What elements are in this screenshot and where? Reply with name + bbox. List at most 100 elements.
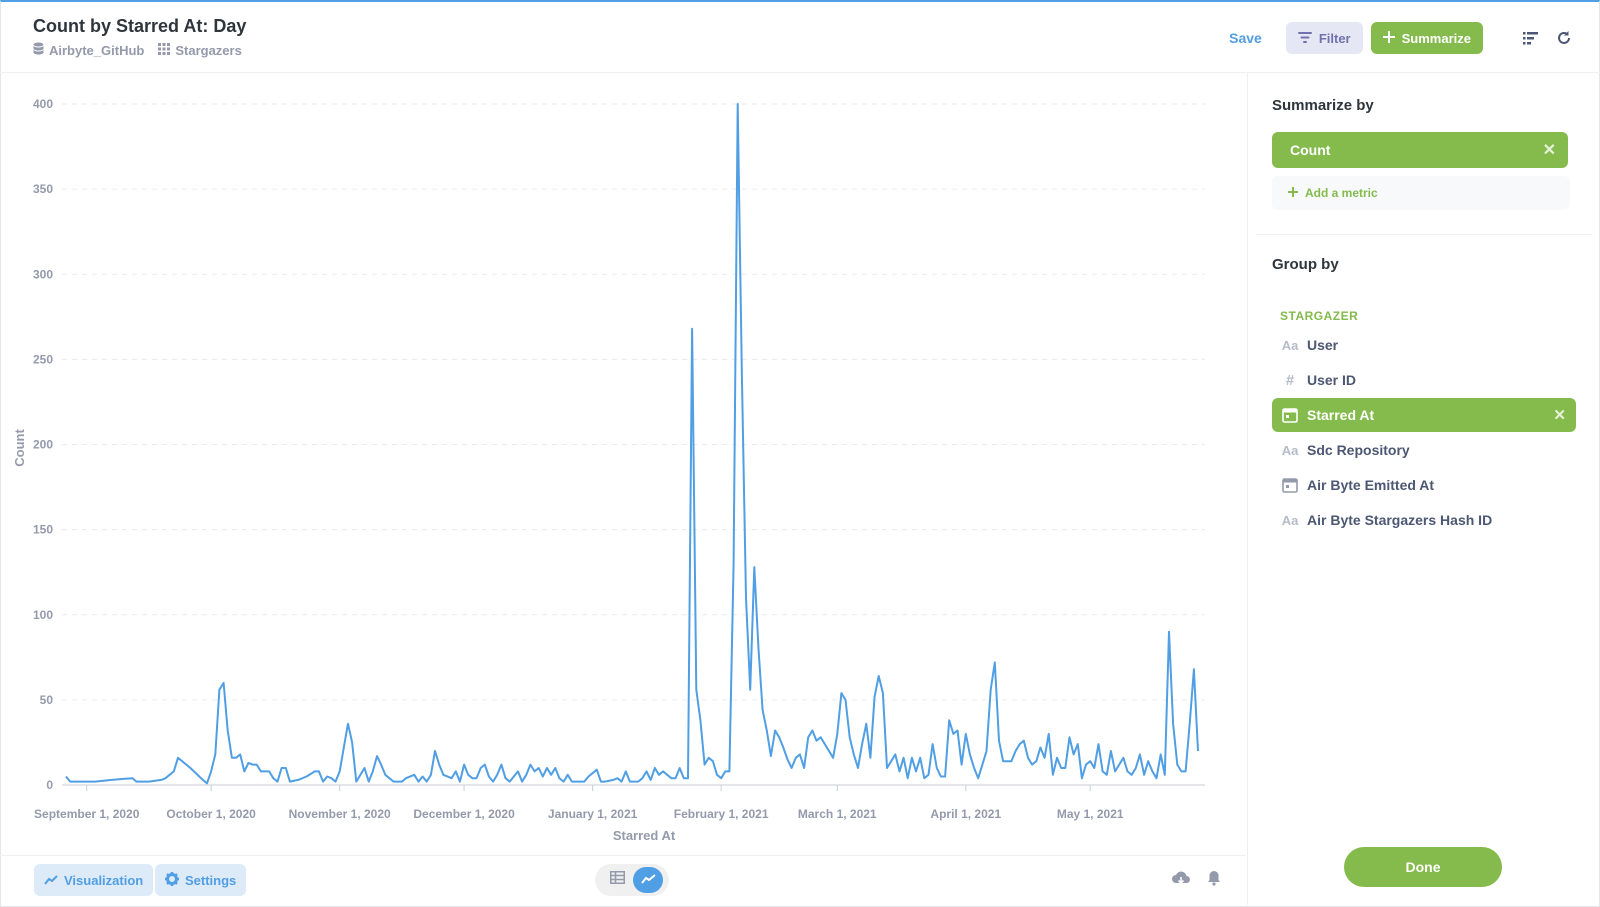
data-point[interactable]: [864, 722, 868, 726]
visualization-button[interactable]: Visualization: [34, 864, 154, 896]
data-point[interactable]: [873, 694, 877, 698]
data-point[interactable]: [454, 769, 458, 773]
data-point[interactable]: [802, 766, 806, 770]
data-point[interactable]: [914, 769, 918, 773]
data-point[interactable]: [462, 763, 466, 767]
data-point[interactable]: [230, 756, 234, 760]
data-point[interactable]: [1171, 722, 1175, 726]
data-point[interactable]: [1117, 763, 1121, 767]
data-point[interactable]: [856, 766, 860, 770]
data-point[interactable]: [1026, 756, 1030, 760]
data-point[interactable]: [421, 774, 425, 778]
data-point[interactable]: [993, 660, 997, 664]
data-point[interactable]: [226, 729, 230, 733]
data-point[interactable]: [491, 780, 495, 784]
data-point[interactable]: [81, 780, 85, 784]
data-point[interactable]: [545, 766, 549, 770]
data-point[interactable]: [1014, 749, 1018, 753]
data-point[interactable]: [819, 735, 823, 739]
data-point[interactable]: [777, 735, 781, 739]
data-point[interactable]: [1059, 766, 1063, 770]
data-point[interactable]: [209, 769, 213, 773]
data-point[interactable]: [881, 691, 885, 695]
data-point[interactable]: [947, 718, 951, 722]
data-point[interactable]: [877, 674, 881, 678]
data-point[interactable]: [512, 774, 516, 778]
data-point[interactable]: [790, 766, 794, 770]
field-user[interactable]: Aa User: [1272, 328, 1576, 362]
data-point[interactable]: [794, 756, 798, 760]
data-point[interactable]: [611, 778, 615, 782]
data-point[interactable]: [280, 766, 284, 770]
data-point[interactable]: [844, 698, 848, 702]
data-point[interactable]: [1043, 756, 1047, 760]
data-point[interactable]: [989, 688, 993, 692]
data-point[interactable]: [732, 562, 736, 566]
data-point[interactable]: [1080, 776, 1084, 780]
data-point[interactable]: [752, 565, 756, 569]
notebook-editor-icon[interactable]: [1523, 31, 1538, 45]
data-point[interactable]: [487, 774, 491, 778]
data-point[interactable]: [785, 757, 789, 761]
data-point[interactable]: [354, 780, 358, 784]
data-point[interactable]: [437, 763, 441, 767]
data-point[interactable]: [479, 766, 483, 770]
data-point[interactable]: [93, 780, 97, 784]
data-point[interactable]: [1038, 746, 1042, 750]
data-point[interactable]: [736, 102, 740, 106]
data-point[interactable]: [334, 780, 338, 784]
data-point[interactable]: [694, 688, 698, 692]
data-point[interactable]: [756, 647, 760, 651]
data-point[interactable]: [1101, 769, 1105, 773]
data-point[interactable]: [375, 754, 379, 758]
field-sdc-repository[interactable]: Aa Sdc Repository: [1272, 433, 1576, 467]
data-point[interactable]: [624, 769, 628, 773]
data-point[interactable]: [350, 740, 354, 744]
data-point[interactable]: [1167, 630, 1171, 634]
data-point[interactable]: [649, 778, 653, 782]
bell-icon[interactable]: [1207, 870, 1221, 891]
data-point[interactable]: [740, 374, 744, 378]
data-point[interactable]: [222, 681, 226, 685]
data-point[interactable]: [201, 778, 205, 782]
data-point[interactable]: [1022, 739, 1026, 743]
download-icon[interactable]: [1171, 871, 1191, 892]
data-point[interactable]: [271, 776, 275, 780]
data-point[interactable]: [661, 769, 665, 773]
data-point[interactable]: [968, 752, 972, 756]
data-point[interactable]: [557, 776, 561, 780]
data-point[interactable]: [466, 773, 470, 777]
data-point[interactable]: [188, 766, 192, 770]
data-point[interactable]: [433, 749, 437, 753]
data-point[interactable]: [939, 774, 943, 778]
save-button[interactable]: Save: [1229, 30, 1262, 46]
data-point[interactable]: [653, 766, 657, 770]
data-point[interactable]: [553, 766, 557, 770]
data-point[interactable]: [508, 780, 512, 784]
data-point[interactable]: [827, 749, 831, 753]
data-point[interactable]: [657, 773, 661, 777]
data-point[interactable]: [1109, 749, 1113, 753]
data-point[interactable]: [483, 763, 487, 767]
data-point[interactable]: [810, 729, 814, 733]
refresh-icon[interactable]: [1556, 30, 1572, 46]
data-point[interactable]: [1030, 763, 1034, 767]
data-point[interactable]: [1067, 735, 1071, 739]
data-point[interactable]: [1018, 742, 1022, 746]
data-point[interactable]: [972, 766, 976, 770]
data-point[interactable]: [358, 773, 362, 777]
data-point[interactable]: [1138, 752, 1142, 756]
data-point[interactable]: [383, 773, 387, 777]
data-point[interactable]: [205, 781, 209, 785]
data-point[interactable]: [682, 776, 686, 780]
data-point[interactable]: [922, 776, 926, 780]
data-point[interactable]: [645, 769, 649, 773]
data-point[interactable]: [458, 780, 462, 784]
data-point[interactable]: [234, 756, 238, 760]
data-point[interactable]: [400, 780, 404, 784]
data-point[interactable]: [620, 780, 624, 784]
data-point[interactable]: [852, 752, 856, 756]
data-point[interactable]: [1072, 752, 1076, 756]
data-point[interactable]: [392, 780, 396, 784]
data-point[interactable]: [259, 769, 263, 773]
